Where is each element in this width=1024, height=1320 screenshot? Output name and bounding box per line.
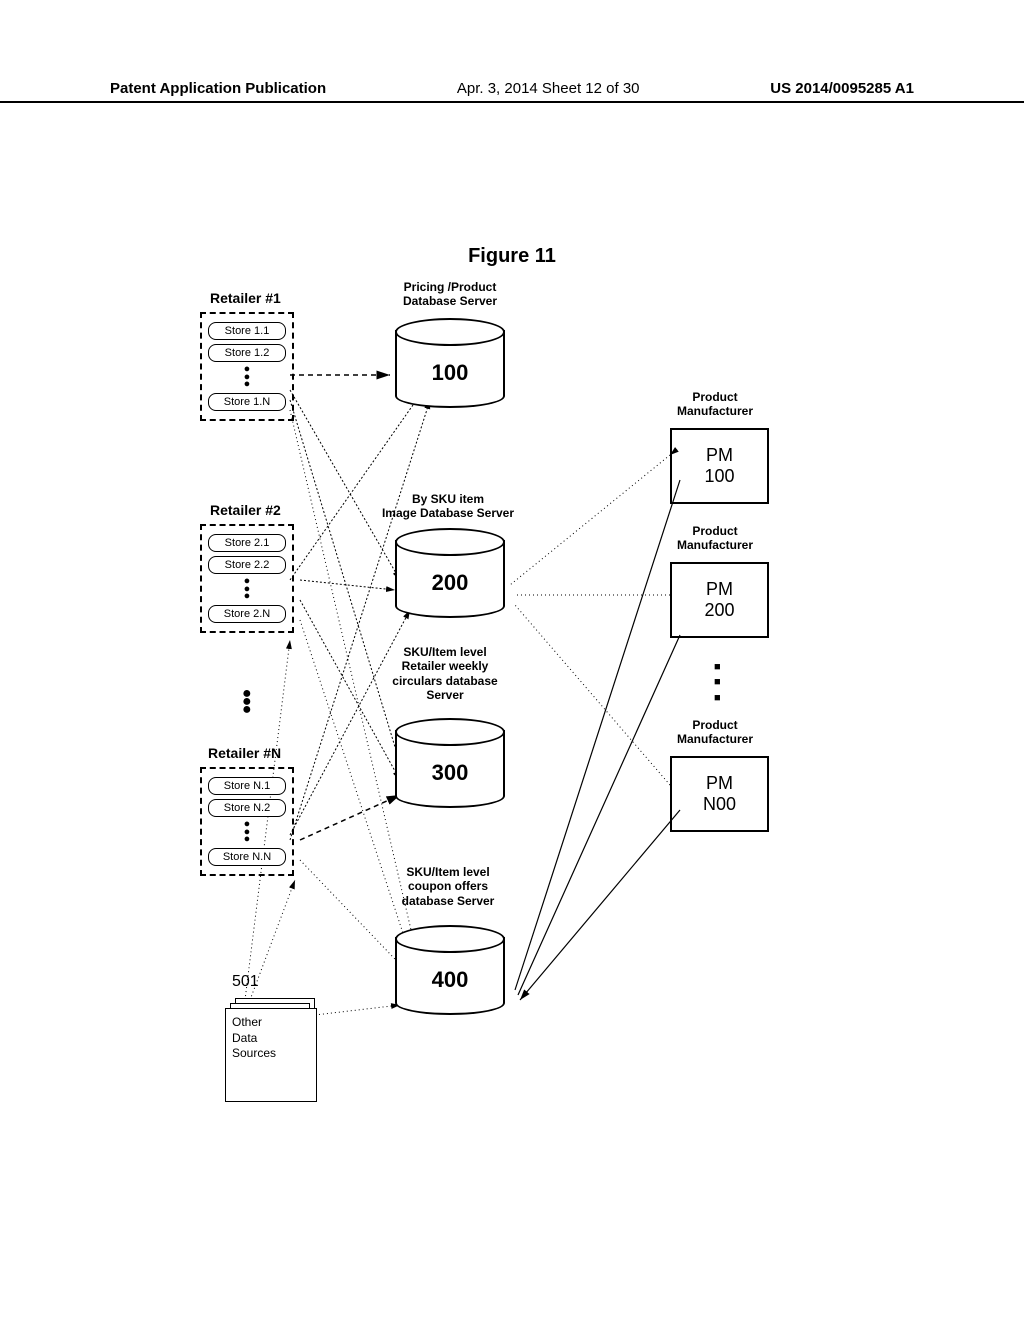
pm-n00-line1: PM	[706, 773, 733, 794]
pm-100-line1: PM	[706, 445, 733, 466]
page-header: Patent Application Publication Apr. 3, 2…	[0, 80, 1024, 103]
vertical-dots-icon: ●●●	[202, 366, 292, 389]
db-200-title: By SKU item Image Database Server	[368, 492, 528, 521]
retailer-n-group: Store N.1 Store N.2 ●●● Store N.N	[200, 767, 294, 876]
pm-200-line2: 200	[704, 600, 734, 621]
store-chip: Store 2.2	[208, 556, 286, 574]
store-chip: Store N.N	[208, 848, 286, 866]
store-chip: Store 1.N	[208, 393, 286, 411]
db-300-title: SKU/Item level Retailer weekly circulars…	[370, 645, 520, 703]
vertical-dots-icon: ●●●	[242, 690, 252, 714]
db-200-ref: 200	[395, 570, 505, 596]
pm-n00-label: Product Manufacturer	[660, 718, 770, 747]
store-chip: Store 1.2	[208, 344, 286, 362]
header-center: Apr. 3, 2014 Sheet 12 of 30	[457, 80, 640, 97]
vertical-dots-icon: ●●●	[202, 821, 292, 844]
pm-100-line2: 100	[704, 466, 734, 487]
header-left: Patent Application Publication	[110, 80, 326, 97]
vertical-dots-icon: ■■■	[714, 660, 721, 706]
db-300-ref: 300	[395, 760, 505, 786]
retailer-n-label: Retailer #N	[208, 745, 281, 762]
pm-200-box: PM 200	[670, 562, 769, 638]
pm-200-label: Product Manufacturer	[660, 524, 770, 553]
db-400-ref: 400	[395, 967, 505, 993]
retailer-1-group: Store 1.1 Store 1.2 ●●● Store 1.N	[200, 312, 294, 421]
header-right: US 2014/0095285 A1	[770, 80, 914, 97]
retailer-2-label: Retailer #2	[210, 502, 281, 519]
db-300-cylinder: 300	[395, 718, 505, 808]
store-chip: Store N.1	[208, 777, 286, 795]
db-400-title: SKU/Item level coupon offers database Se…	[378, 865, 518, 908]
store-chip: Store 1.1	[208, 322, 286, 340]
diagram-canvas: Retailer #1 Store 1.1 Store 1.2 ●●● Stor…	[140, 280, 890, 1180]
db-100-ref: 100	[395, 360, 505, 386]
data-sources-box: Other Data Sources	[225, 1008, 317, 1102]
pm-200-line1: PM	[706, 579, 733, 600]
pm-100-box: PM 100	[670, 428, 769, 504]
store-chip: Store 2.1	[208, 534, 286, 552]
db-100-cylinder: 100	[395, 318, 505, 408]
retailer-2-group: Store 2.1 Store 2.2 ●●● Store 2.N	[200, 524, 294, 633]
pm-n00-box: PM N00	[670, 756, 769, 832]
db-400-cylinder: 400	[395, 925, 505, 1015]
ref-501: 501	[232, 973, 259, 991]
db-200-cylinder: 200	[395, 528, 505, 618]
retailer-1-label: Retailer #1	[210, 290, 281, 307]
db-100-title: Pricing /Product Database Server	[385, 280, 515, 309]
vertical-dots-icon: ●●●	[202, 578, 292, 601]
figure-title: Figure 11	[468, 245, 556, 268]
pm-100-label: Product Manufacturer	[660, 390, 770, 419]
store-chip: Store N.2	[208, 799, 286, 817]
store-chip: Store 2.N	[208, 605, 286, 623]
pm-n00-line2: N00	[703, 794, 736, 815]
